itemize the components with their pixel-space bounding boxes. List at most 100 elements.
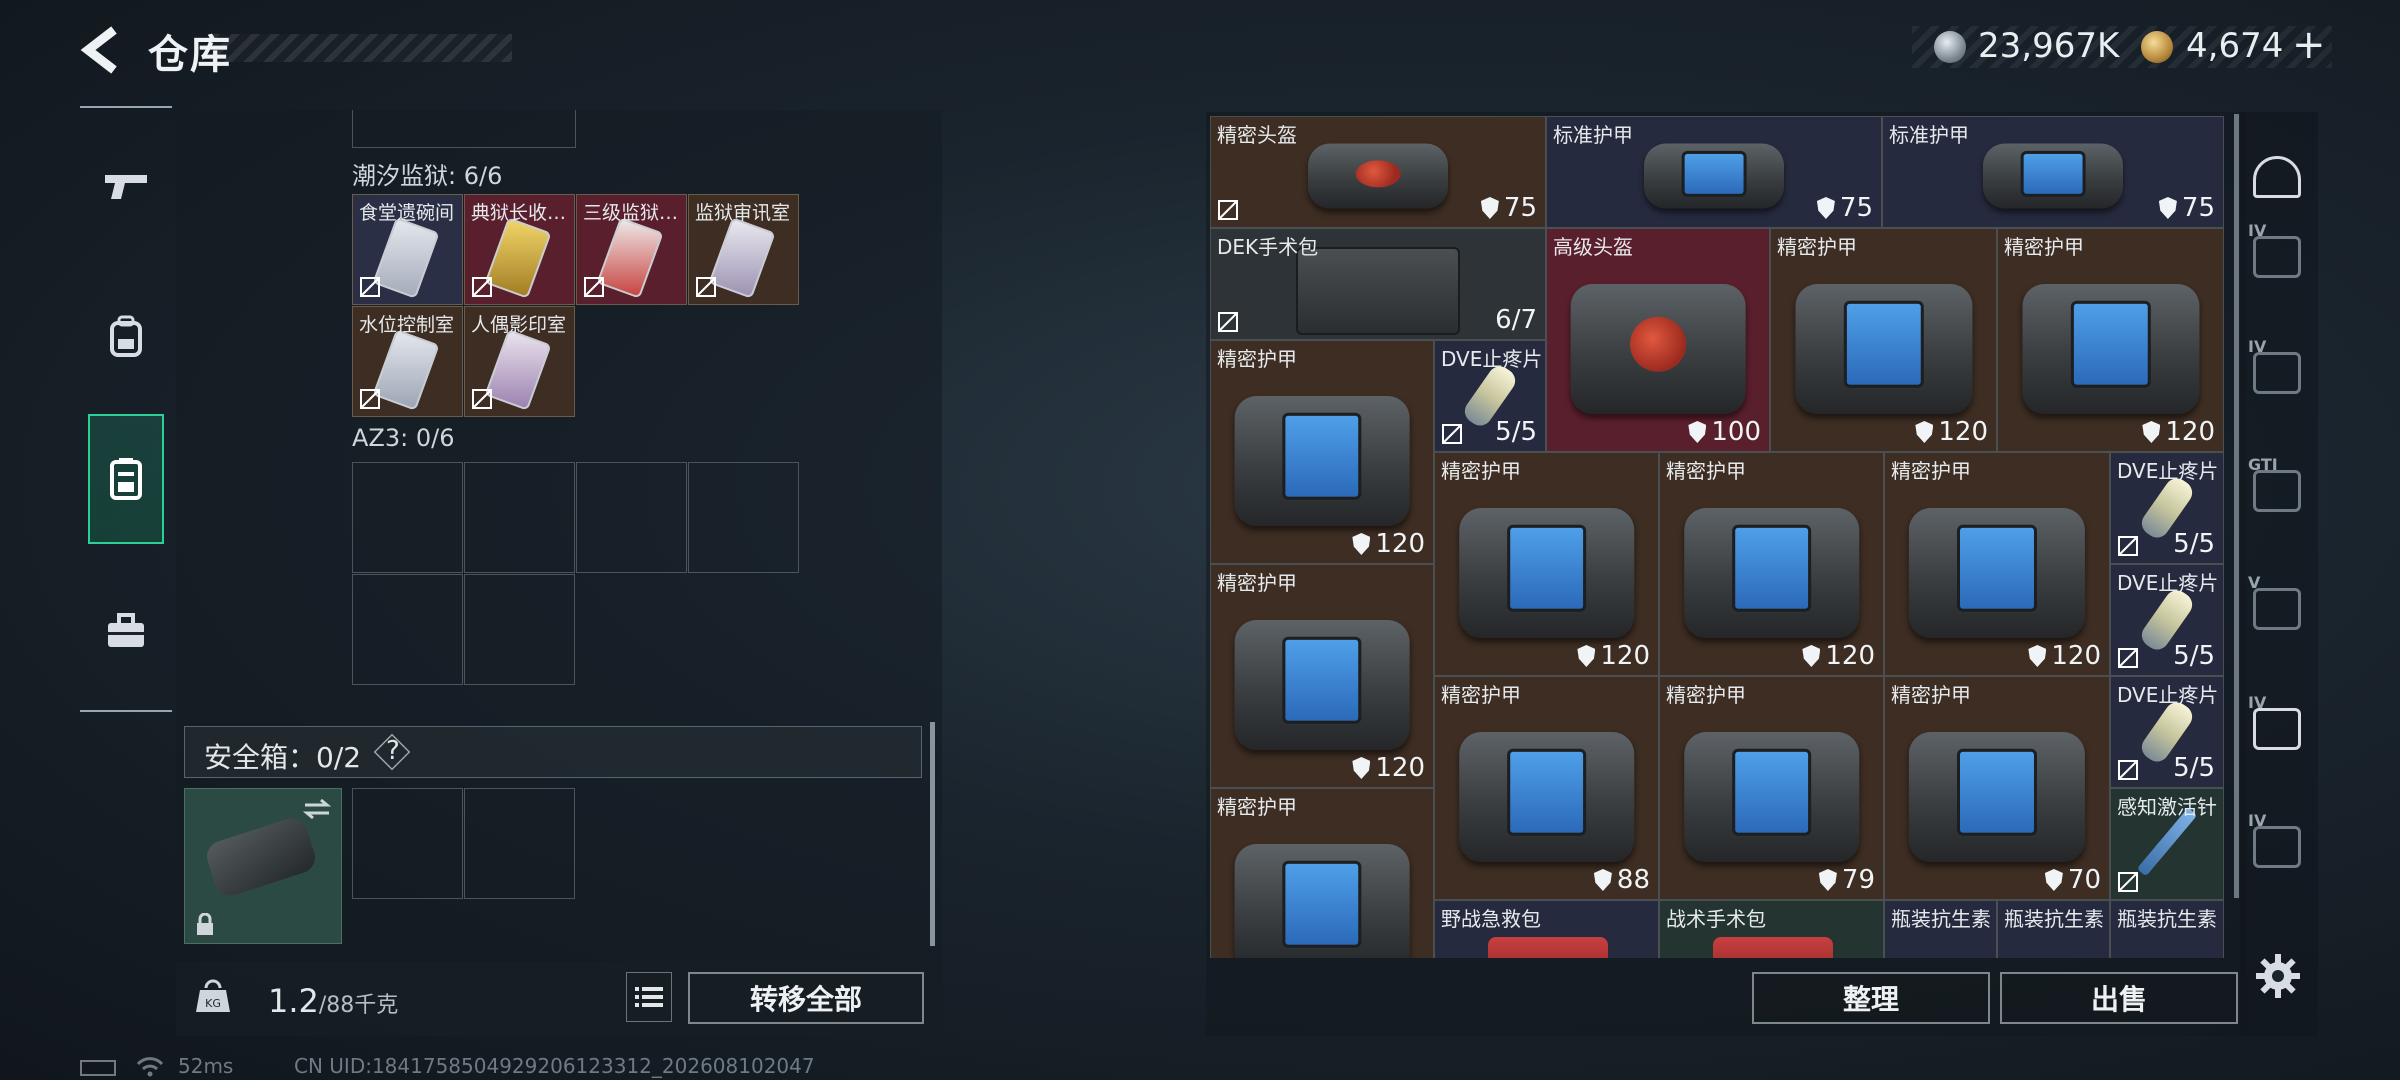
empty-slot[interactable] bbox=[352, 462, 463, 573]
key-card-label: 食堂遗碗间 bbox=[359, 202, 455, 224]
item-emblem bbox=[1731, 749, 1812, 836]
key-card-item[interactable]: 典狱长收… bbox=[464, 194, 575, 305]
warehouse-item[interactable]: 精密护甲 120 bbox=[1659, 452, 1884, 676]
item-value-text: 6/7 bbox=[1495, 305, 1537, 335]
container-slot-partial bbox=[352, 110, 576, 148]
warehouse-item[interactable]: 精密护甲 79 bbox=[1659, 676, 1884, 900]
armor-lv4-b-icon: IV bbox=[2248, 337, 2301, 394]
warehouse-item[interactable]: 精密护甲 70 bbox=[1884, 676, 2110, 900]
empty-slot[interactable] bbox=[464, 574, 575, 685]
item-name: 高级头盔 bbox=[1553, 235, 1633, 259]
key-card-item[interactable]: 食堂遗碗间 bbox=[352, 194, 463, 305]
nav-vest[interactable] bbox=[88, 414, 164, 544]
empty-slot[interactable] bbox=[688, 462, 799, 573]
transfer-all-button[interactable]: 转移全部 bbox=[688, 972, 924, 1024]
empty-slot[interactable] bbox=[576, 462, 687, 573]
warehouse-item[interactable]: 标准护甲 75 bbox=[1546, 116, 1882, 228]
lv4-add-dim-icon: IV bbox=[2248, 811, 2301, 868]
settings-gear-icon[interactable] bbox=[2254, 952, 2302, 1000]
warehouse-item[interactable]: 感知激活针 bbox=[2110, 788, 2224, 900]
warehouse-item[interactable]: 精密头盔 75 bbox=[1210, 116, 1546, 228]
empty-slot[interactable] bbox=[352, 574, 463, 685]
item-name: DEK手术包 bbox=[1217, 235, 1319, 259]
category-tab[interactable]: IV bbox=[2246, 693, 2308, 760]
warehouse-item[interactable]: 精密护甲 120 bbox=[1770, 228, 1997, 452]
nav-weapon[interactable] bbox=[88, 122, 164, 252]
warehouse-item[interactable]: 高级头盔 100 bbox=[1546, 228, 1770, 452]
warehouse-item[interactable]: 瓶装抗生素 bbox=[1884, 900, 1997, 958]
warehouse-item[interactable]: 瓶装抗生素 bbox=[1997, 900, 2110, 958]
sell-button[interactable]: 出售 bbox=[2000, 972, 2238, 1024]
backpack-icon bbox=[110, 315, 142, 357]
item-name: 精密护甲 bbox=[1777, 235, 1857, 259]
category-badge: V bbox=[2248, 573, 2261, 592]
item-value-text: 75 bbox=[1839, 193, 1873, 223]
section-label-az3: AZ3: 0/6 bbox=[352, 424, 455, 452]
lv4-add-icon: IV bbox=[2248, 693, 2301, 750]
empty-slot[interactable] bbox=[464, 788, 575, 899]
nontradeable-icon bbox=[2118, 872, 2138, 892]
warehouse-item[interactable]: DEK手术包 6/7 bbox=[1210, 228, 1546, 340]
list-view-button[interactable] bbox=[626, 972, 672, 1022]
warehouse-item[interactable]: 精密护甲 120 bbox=[1434, 452, 1659, 676]
category-tab[interactable]: GTI bbox=[2246, 455, 2308, 522]
warehouse-item[interactable]: DVE止疼片 5/5 bbox=[2110, 564, 2224, 676]
warehouse-item[interactable]: 瓶装抗生素 bbox=[2110, 900, 2224, 958]
item-value-text: 5/5 bbox=[2173, 753, 2215, 783]
item-value-text: 88 bbox=[1616, 865, 1650, 895]
nav-backpack[interactable] bbox=[88, 272, 164, 402]
left-scrollbar[interactable] bbox=[930, 722, 935, 946]
warehouse-item[interactable]: 精密护甲 120 bbox=[1884, 452, 2110, 676]
durability-shield-icon bbox=[2028, 645, 2047, 667]
warehouse-item[interactable]: 精密护甲 bbox=[1210, 788, 1434, 958]
item-value: 120 bbox=[1802, 641, 1875, 671]
item-name: 瓶装抗生素 bbox=[2117, 907, 2217, 931]
item-emblem bbox=[2020, 151, 2086, 198]
warehouse-item[interactable]: DVE止疼片 5/5 bbox=[2110, 676, 2224, 788]
item-value: 5/5 bbox=[2173, 641, 2215, 671]
helmet-category-icon bbox=[2253, 156, 2301, 198]
warehouse-item[interactable]: 野战急救包 bbox=[1434, 900, 1659, 958]
item-emblem bbox=[1843, 301, 1924, 388]
item-value: 75 bbox=[1816, 193, 1873, 223]
category-tab[interactable]: IV bbox=[2246, 221, 2308, 288]
category-tab[interactable]: IV bbox=[2246, 337, 2308, 404]
item-name: 精密护甲 bbox=[1891, 683, 1971, 707]
warehouse-item[interactable]: 标准护甲 75 bbox=[1882, 116, 2224, 228]
warehouse-item[interactable]: DVE止疼片 5/5 bbox=[1434, 340, 1546, 452]
item-value-text: 5/5 bbox=[2173, 529, 2215, 559]
nav-toolbox[interactable] bbox=[88, 566, 164, 696]
key-card-item[interactable]: 水位控制室 bbox=[352, 306, 463, 417]
weight-readout: 1.2/88千克 bbox=[268, 982, 398, 1020]
key-card-item[interactable]: 人偶影印室 bbox=[464, 306, 575, 417]
durability-shield-icon bbox=[2158, 197, 2177, 219]
empty-slot[interactable] bbox=[464, 462, 575, 573]
item-name: DVE止疼片 bbox=[2117, 459, 2219, 483]
warehouse-item[interactable]: 精密护甲 120 bbox=[1210, 340, 1434, 564]
add-currency-button[interactable]: + bbox=[2292, 22, 2326, 68]
warehouse-item[interactable]: 精密护甲 120 bbox=[1997, 228, 2224, 452]
empty-slot[interactable] bbox=[352, 788, 463, 899]
item-emblem bbox=[1956, 525, 2038, 612]
key-card-label: 人偶影印室 bbox=[471, 314, 567, 336]
nontradeable-icon bbox=[1218, 312, 1238, 332]
item-name: DVE止疼片 bbox=[1441, 347, 1543, 371]
category-tab[interactable] bbox=[2246, 146, 2308, 208]
category-tab[interactable]: V bbox=[2246, 573, 2308, 640]
safe-box-grid bbox=[352, 788, 576, 900]
key-card-item[interactable]: 三级监狱… bbox=[576, 194, 687, 305]
item-value-text: 5/5 bbox=[2173, 641, 2215, 671]
warehouse-scrollbar[interactable] bbox=[2234, 114, 2239, 898]
swap-icon[interactable] bbox=[301, 797, 333, 821]
warehouse-item[interactable]: 精密护甲 88 bbox=[1434, 676, 1659, 900]
warehouse-item[interactable]: DVE止疼片 5/5 bbox=[2110, 452, 2224, 564]
category-tab[interactable]: IV bbox=[2246, 811, 2308, 878]
item-value: 6/7 bbox=[1495, 305, 1537, 335]
nontradeable-icon bbox=[1218, 200, 1238, 220]
safe-case-slot[interactable] bbox=[184, 788, 342, 944]
warehouse-item[interactable]: 精密护甲 120 bbox=[1210, 564, 1434, 788]
key-card-item[interactable]: 监狱审讯室 bbox=[688, 194, 799, 305]
back-arrow-icon[interactable] bbox=[78, 24, 124, 76]
sort-button[interactable]: 整理 bbox=[1752, 972, 1990, 1024]
warehouse-item[interactable]: 战术手术包 bbox=[1659, 900, 1884, 958]
